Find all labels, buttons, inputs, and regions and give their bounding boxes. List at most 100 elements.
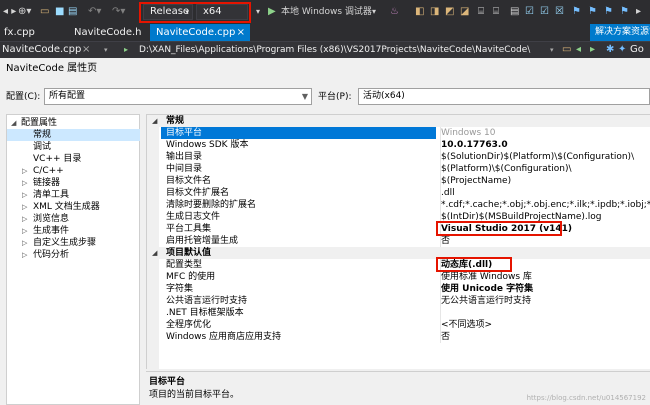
go-button[interactable]: Go [630, 42, 650, 58]
property-value[interactable]: 10.0.17763.0 [440, 139, 650, 151]
tree-item-linker[interactable]: ▷ 链接器 [7, 177, 140, 189]
property-row[interactable]: 配置类型 动态库(.dll) [147, 259, 650, 271]
redo-icon[interactable]: ↷▾ [112, 6, 125, 18]
property-value[interactable]: Windows 10 [440, 127, 650, 139]
solution-explorer-tab[interactable]: 解决方案资源管理 [590, 24, 650, 41]
tree-item-c-cpp[interactable]: ▷ C/C++ [7, 165, 140, 177]
new-project-icon[interactable]: ⊕▾ [18, 6, 31, 18]
flame-icon[interactable]: ♨ [390, 6, 399, 18]
section-project-defaults[interactable]: ◢ 项目默认值 [147, 247, 650, 259]
tree-item-custom-build-step[interactable]: ▷ 自定义生成步骤 [7, 237, 140, 249]
configuration-select[interactable]: 所有配置 ▼ [44, 88, 312, 105]
property-row[interactable]: 目标文件扩展名 .dll [147, 187, 650, 199]
expand-icon[interactable]: ▷ [22, 213, 27, 225]
property-row[interactable]: Windows SDK 版本 10.0.17763.0 [147, 139, 650, 151]
tree-item-vc-directories[interactable]: VC++ 目录 [7, 153, 140, 165]
property-value[interactable]: $(Platform)\$(Configuration)\ [440, 163, 650, 175]
property-value[interactable]: 否 [440, 235, 650, 247]
open-folder-icon[interactable]: ▭ [40, 6, 49, 18]
undo-redo-icon[interactable]: ◂ ▸ [3, 6, 16, 18]
bookmark-icon[interactable]: ⚑ [588, 6, 597, 18]
checkbox-icon[interactable]: ☑ [525, 6, 534, 18]
property-row[interactable]: 公共语言运行时支持 无公共语言运行时支持 [147, 295, 650, 307]
tree-item-general[interactable]: 常规 [7, 129, 140, 141]
expand-icon[interactable]: ▷ [22, 225, 27, 237]
property-value[interactable]: $(SolutionDir)$(Platform)\$(Configuratio… [440, 151, 650, 163]
property-row[interactable]: 启用托管增量生成 否 [147, 235, 650, 247]
close-icon[interactable]: × [82, 42, 92, 58]
tree-item-code-analysis[interactable]: ▷ 代码分析 [7, 249, 140, 261]
property-row[interactable]: Windows 应用商店应用支持 否 [147, 331, 650, 343]
save-all-icon[interactable]: ▤ [68, 6, 77, 18]
chevron-down-icon[interactable]: ▾ [104, 42, 114, 58]
section-general[interactable]: ◢ 常规 [147, 115, 650, 127]
chevron-down-icon[interactable]: ▾ [550, 42, 558, 58]
property-value[interactable]: $(ProjectName) [440, 175, 650, 187]
undo-icon[interactable]: ↶▾ [88, 6, 101, 18]
property-row[interactable]: 目标文件名 $(ProjectName) [147, 175, 650, 187]
toolbar-icon[interactable]: ⌸ [478, 6, 484, 18]
bookmark-icon[interactable]: ⚑ [572, 6, 581, 18]
bookmark-icon[interactable]: ⚑ [620, 6, 629, 18]
expand-icon[interactable]: ▷ [22, 249, 27, 261]
expand-icon[interactable]: ▷ [22, 189, 27, 201]
property-value[interactable]: .dll [440, 187, 650, 199]
back-icon[interactable]: ◂ [576, 42, 590, 58]
pathbar-file[interactable]: NaviteCode.cpp [2, 42, 82, 58]
toolbar-icon[interactable]: ◩ [445, 6, 454, 18]
toolbar-icon[interactable]: ⌸ [493, 6, 499, 18]
tree-item-xml-doc-generator[interactable]: ▷ XML 文档生成器 [7, 201, 140, 213]
debugger-button[interactable]: 本地 Windows 调试器 [281, 6, 372, 18]
property-value[interactable]: <不同选项> [440, 319, 650, 331]
property-row[interactable]: 生成日志文件 $(IntDir)$(MSBuildProjectName).lo… [147, 211, 650, 223]
nav-icon[interactable]: ✦ [618, 42, 628, 58]
platform-select[interactable]: 活动(x64) [358, 88, 650, 105]
expand-icon[interactable]: ▷ [22, 201, 27, 213]
property-value[interactable] [440, 307, 650, 319]
checkbox-icon[interactable]: ☒ [555, 6, 564, 18]
property-row[interactable]: 中间目录 $(Platform)\$(Configuration)\ [147, 163, 650, 175]
collapse-icon[interactable]: ◢ [152, 247, 157, 259]
expand-icon[interactable]: ▷ [22, 177, 27, 189]
property-value[interactable]: 无公共语言运行时支持 [440, 295, 650, 307]
property-row[interactable]: 输出目录 $(SolutionDir)$(Platform)\$(Configu… [147, 151, 650, 163]
checkbox-icon[interactable]: ☑ [540, 6, 549, 18]
tree-item-config-properties[interactable]: ◢ 配置属性 [7, 117, 140, 129]
tab-navitecode-h[interactable]: NaviteCode.h [60, 24, 150, 41]
comment-icon[interactable]: ▤ [510, 6, 519, 18]
property-row[interactable]: 全程序优化 <不同选项> [147, 319, 650, 331]
property-row[interactable]: 字符集 使用 Unicode 字符集 [147, 283, 650, 295]
chevron-down-icon[interactable]: ▾ [256, 6, 260, 18]
chevron-down-icon[interactable]: ▾ [372, 6, 376, 18]
forward-icon[interactable]: ▸ [590, 42, 604, 58]
expand-icon[interactable]: ▷ [22, 237, 27, 249]
property-value[interactable]: 使用 Unicode 字符集 [440, 283, 650, 295]
toolbar-icon[interactable]: ◨ [430, 6, 439, 18]
tab-fx-cpp[interactable]: fx.cpp [0, 24, 60, 41]
tree-item-manifest-tool[interactable]: ▷ 清单工具 [7, 189, 140, 201]
tab-navitecode-cpp[interactable]: NaviteCode.cpp × [150, 24, 250, 41]
save-icon[interactable]: ■ [55, 6, 64, 18]
folder-icon[interactable]: ▭ [562, 42, 572, 58]
property-row[interactable]: 目标平台 Windows 10 [147, 127, 650, 139]
collapse-icon[interactable]: ◢ [152, 115, 157, 127]
property-row[interactable]: .NET 目标框架版本 [147, 307, 650, 319]
tree-item-browse-information[interactable]: ▷ 浏览信息 [7, 213, 140, 225]
property-value[interactable]: 使用标准 Windows 库 [440, 271, 650, 283]
overflow-icon[interactable]: ▸ [636, 6, 641, 18]
property-row[interactable]: 清除时要删除的扩展名 *.cdf;*.cache;*.obj;*.obj.enc… [147, 199, 650, 211]
property-value[interactable]: *.cdf;*.cache;*.obj;*.obj.enc;*.ilk;*.ip… [440, 199, 650, 211]
toolbar-icon[interactable]: ◪ [460, 6, 469, 18]
property-value[interactable]: 否 [440, 331, 650, 343]
toolbar-icon[interactable]: ◧ [415, 6, 424, 18]
play-icon[interactable]: ▶ [268, 6, 276, 18]
property-row[interactable]: 平台工具集 Visual Studio 2017 (v141) [147, 223, 650, 235]
tree-item-debugging[interactable]: 调试 [7, 141, 140, 153]
close-icon[interactable]: × [237, 24, 245, 41]
nav-icon[interactable]: ✱ [606, 42, 616, 58]
tree-item-build-events[interactable]: ▷ 生成事件 [7, 225, 140, 237]
expand-icon[interactable]: ▷ [22, 165, 27, 177]
expand-icon[interactable]: ◢ [11, 117, 16, 129]
property-row[interactable]: MFC 的使用 使用标准 Windows 库 [147, 271, 650, 283]
bookmark-icon[interactable]: ⚑ [604, 6, 613, 18]
